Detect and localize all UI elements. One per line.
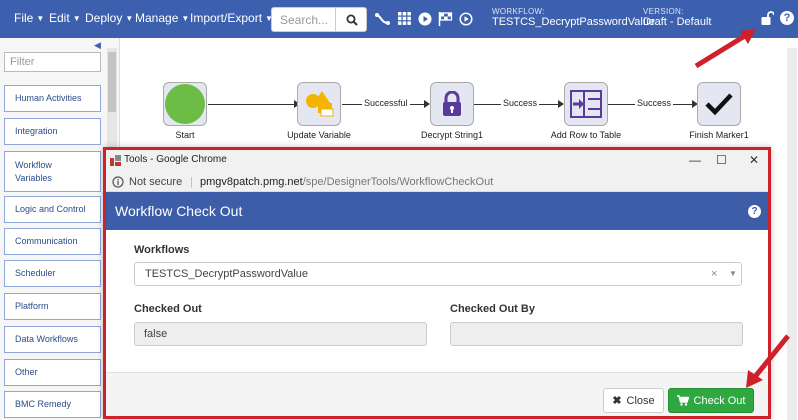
- address-bar[interactable]: Not secure | pmgv8patch.pmg.net/spe/Desi…: [106, 172, 768, 192]
- url-text: pmgv8patch.pmg.net/spe/DesignerTools/Wor…: [200, 176, 494, 188]
- help-icon[interactable]: ?: [780, 11, 794, 25]
- caret-down-icon: ▼: [181, 14, 190, 23]
- search-button[interactable]: [335, 7, 367, 32]
- info-icon: [112, 176, 124, 188]
- maximize-icon[interactable]: ☐: [716, 153, 727, 167]
- add-row-icon: [570, 90, 602, 118]
- workflows-select[interactable]: TESTCS_DecryptPasswordValue × ▼: [134, 262, 742, 286]
- node-add-row-to-table[interactable]: [564, 82, 608, 126]
- grid-icon[interactable]: [398, 12, 411, 25]
- search-icon: [346, 14, 358, 26]
- node-label-decrypt-string: Decrypt String1: [420, 130, 484, 140]
- node-label-start: Start: [175, 130, 195, 140]
- caret-down-icon: ▼: [36, 14, 45, 23]
- close-button[interactable]: ✖ Close: [603, 388, 664, 413]
- sidebar-category-communication[interactable]: Communication: [4, 228, 101, 255]
- minimize-icon[interactable]: —: [689, 153, 701, 167]
- close-window-icon[interactable]: ✕: [749, 153, 759, 167]
- annotation-arrow-icon: [694, 29, 756, 69]
- url-divider: |: [190, 176, 193, 188]
- dialog-footer: ✖ Close Check Out: [106, 372, 768, 416]
- workflows-label: Workflows: [134, 244, 190, 256]
- node-finish-marker[interactable]: [697, 82, 741, 126]
- flag-icon[interactable]: [438, 12, 453, 26]
- play-icon[interactable]: [418, 12, 432, 26]
- sidebar-category-data-workflows[interactable]: Data Workflows: [4, 326, 101, 353]
- sidebar-category-logic-and-control[interactable]: Logic and Control: [4, 196, 101, 223]
- node-start[interactable]: [163, 82, 207, 126]
- sidebar-category-platform[interactable]: Platform: [4, 293, 101, 320]
- node-label-add-row: Add Row to Table: [550, 130, 622, 140]
- checked-out-by-label: Checked Out By: [450, 303, 535, 315]
- menu-file[interactable]: File ▼: [14, 11, 44, 25]
- scroll-thumb[interactable]: [108, 52, 116, 112]
- window-titlebar[interactable]: Tools - Google Chrome — ☐ ✕: [106, 150, 768, 172]
- node-update-variable[interactable]: [297, 82, 341, 126]
- check-out-button-label: Check Out: [693, 394, 746, 407]
- security-status: Not secure: [129, 176, 183, 188]
- connector-icon[interactable]: [375, 12, 390, 26]
- menu-edit[interactable]: Edit ▼: [49, 11, 81, 25]
- search-input[interactable]: Search...: [271, 7, 335, 32]
- close-icon: ✖: [612, 395, 622, 407]
- dialog-title: Workflow Check Out: [115, 203, 243, 219]
- annotation-arrow-icon: [746, 334, 790, 388]
- clear-selection-icon[interactable]: ×: [711, 268, 717, 280]
- caret-down-icon: ▼: [72, 14, 81, 23]
- link-label-success: Success: [635, 98, 674, 108]
- workflows-select-value: TESTCS_DecryptPasswordValue: [145, 268, 309, 280]
- menu-manage[interactable]: Manage ▼: [135, 11, 189, 25]
- collapse-left-icon[interactable]: ◀: [94, 40, 101, 51]
- sidebar-category-scheduler[interactable]: Scheduler: [4, 260, 101, 287]
- window-title: Tools - Google Chrome: [124, 154, 227, 165]
- help-icon[interactable]: ?: [748, 205, 761, 218]
- workflow-label: WORKFLOW:: [492, 7, 545, 16]
- checked-out-field: false: [134, 322, 427, 346]
- checked-out-by-field: [450, 322, 743, 346]
- chevron-down-icon[interactable]: ▼: [729, 269, 737, 278]
- start-circle-icon: [165, 84, 205, 124]
- link-line: [208, 104, 296, 105]
- app-root: File ▼ Edit ▼ Deploy ▼ Manage ▼ Import/Expor…: [0, 0, 798, 420]
- node-decrypt-string[interactable]: [430, 82, 474, 126]
- node-label-finish-marker: Finish Marker1: [689, 130, 749, 140]
- sidebar-category-bmc-remedy[interactable]: BMC Remedy: [4, 391, 101, 418]
- node-label-update-variable: Update Variable: [287, 130, 351, 140]
- sidebar-category-integration[interactable]: Integration: [4, 118, 101, 145]
- link-label-successful: Successful: [362, 98, 410, 108]
- play-circle-icon[interactable]: [459, 12, 473, 26]
- filter-input[interactable]: Filter: [4, 52, 101, 72]
- lock-icon: [443, 91, 461, 116]
- close-button-label: Close: [626, 394, 655, 407]
- activity-sidebar: ◀ Filter Human Activities Integration Wo…: [0, 38, 120, 420]
- sidebar-category-human-activities[interactable]: Human Activities: [4, 85, 101, 112]
- update-variable-icon: [306, 91, 334, 117]
- sidebar-category-other[interactable]: Other: [4, 359, 101, 386]
- checkout-popup-window: Tools - Google Chrome — ☐ ✕ Not secure |…: [103, 147, 771, 419]
- version-label: VERSION:: [643, 7, 684, 16]
- unlock-icon[interactable]: [761, 11, 774, 26]
- link-label-success: Success: [501, 98, 540, 108]
- menu-deploy[interactable]: Deploy ▼: [85, 11, 133, 25]
- workflow-name: TESTCS_DecryptPasswordValue: [492, 16, 656, 28]
- app-icon: [110, 155, 121, 166]
- cart-icon: [676, 395, 689, 406]
- dialog-header: Workflow Check Out ?: [106, 192, 768, 230]
- menu-import-export[interactable]: Import/Export ▼: [190, 11, 273, 25]
- top-nav-bar: File ▼ Edit ▼ Deploy ▼ Manage ▼ Import/Expor…: [0, 0, 798, 38]
- caret-down-icon: ▼: [125, 14, 134, 23]
- checkmark-icon: [705, 93, 733, 116]
- checked-out-label: Checked Out: [134, 303, 202, 315]
- sidebar-category-workflow-variables[interactable]: Workflow Variables: [4, 151, 101, 192]
